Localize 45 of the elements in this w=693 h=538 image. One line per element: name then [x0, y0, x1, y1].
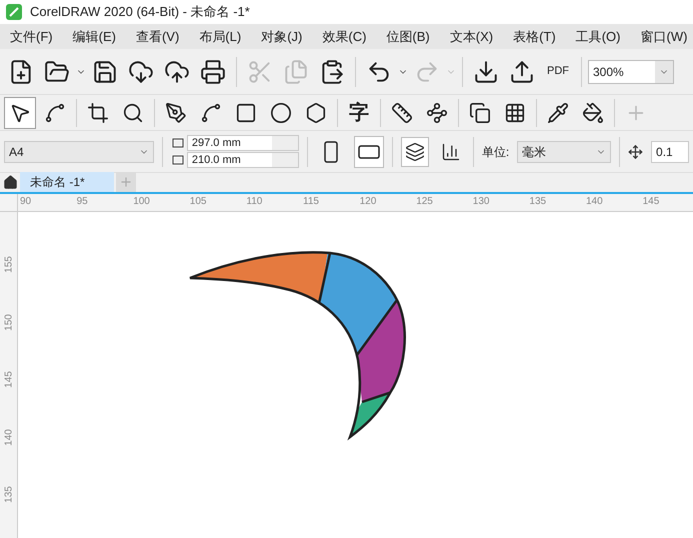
menu-item[interactable]: 位图(B) — [376, 26, 440, 46]
menu-item[interactable]: 查看(V) — [126, 26, 190, 46]
ruler-label: 140 — [586, 195, 603, 209]
dimension-field[interactable]: 297.0 mm — [186, 135, 299, 151]
page-size-dropdown[interactable]: A4 — [4, 140, 154, 162]
unit-dropdown[interactable]: 毫米 — [517, 140, 612, 162]
ruler-label: 90 — [20, 195, 32, 209]
menu-item[interactable]: 布局(L) — [189, 26, 252, 46]
ruler-label: 155 — [2, 256, 16, 274]
ruler-label: 145 — [2, 370, 16, 388]
window-title: CorelDRAW 2020 (64-Bit) - 未命名 -1* — [30, 3, 250, 22]
menu-item[interactable]: 工具(O) — [566, 26, 630, 46]
ruler-label: 125 — [416, 195, 433, 209]
nudge-field[interactable]: 0.1 — [651, 140, 690, 162]
layers-icon[interactable] — [404, 142, 425, 162]
dimension-field[interactable]: 210.0 mm — [186, 152, 299, 168]
app-logo-icon — [6, 4, 22, 20]
ruler-label: 105 — [190, 195, 206, 209]
zoom-dropdown[interactable]: 300% — [588, 60, 674, 84]
ruler-label: 140 — [2, 428, 16, 446]
pointer-icon[interactable] — [4, 96, 36, 128]
ruler-label: 110 — [246, 195, 262, 209]
ruler-label: 100 — [133, 195, 150, 209]
menu-item[interactable]: 编辑(E) — [62, 26, 126, 46]
menu-item[interactable]: 文本(X) — [440, 26, 504, 46]
unit-label: 单位: — [482, 144, 510, 160]
ruler-label: 115 — [303, 195, 319, 209]
menu-item[interactable]: 效果(C) — [312, 26, 376, 46]
menu-item[interactable]: 对象(J) — [251, 26, 312, 46]
publish-pdf-button[interactable]: PDF — [541, 54, 575, 88]
nudge-icon — [628, 144, 644, 160]
text-tool[interactable]: 字 — [343, 96, 375, 128]
menu-item[interactable]: 表格(T) — [503, 26, 566, 46]
ruler-label: 135 — [2, 486, 16, 504]
menu-item[interactable]: 文件(F) — [0, 26, 63, 46]
ruler-label: 95 — [76, 195, 88, 209]
ruler-label: 145 — [642, 195, 660, 209]
ruler-label: 120 — [360, 195, 376, 209]
ruler-label: 135 — [529, 195, 546, 209]
bars-icon[interactable] — [440, 142, 461, 162]
document-tab[interactable]: 未命名 -1* — [20, 172, 114, 192]
ruler-label: 130 — [472, 195, 490, 209]
ruler-label: 150 — [2, 313, 16, 331]
all-pages-button[interactable] — [400, 136, 429, 166]
menu-item[interactable]: 窗口(W) — [630, 26, 693, 46]
